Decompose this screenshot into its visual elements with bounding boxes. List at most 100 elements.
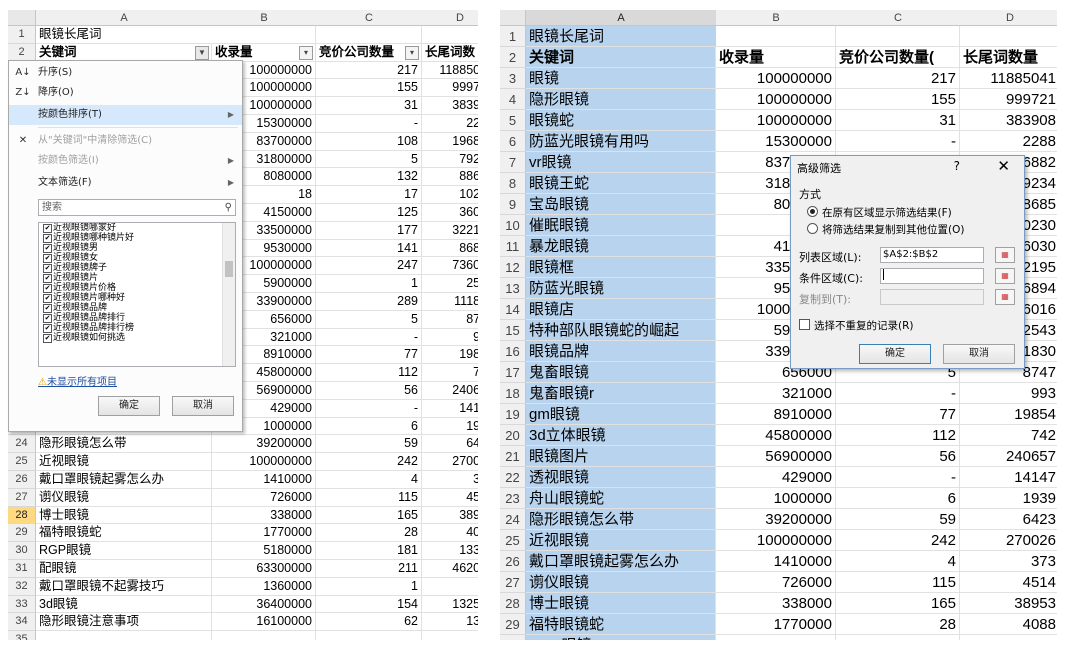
cell-d27[interactable]: 4514 (960, 572, 1057, 593)
cell-a27[interactable]: 谫仪眼镜 (36, 488, 212, 507)
range-select-icon[interactable]: ▦ (995, 268, 1015, 284)
cell-a22[interactable]: 透视眼镜 (526, 467, 716, 488)
row-header[interactable]: 32 (8, 577, 36, 596)
cell-c25[interactable]: 242 (836, 530, 960, 551)
cell-b2[interactable]: 收录量 (716, 47, 836, 68)
cell-c29[interactable]: 28 (836, 614, 960, 635)
cell-a35[interactable] (36, 631, 212, 640)
cell-a29[interactable]: 福特眼镜蛇 (526, 614, 716, 635)
row-header[interactable]: 10 (500, 215, 526, 236)
cell-c29[interactable]: 28 (316, 524, 422, 543)
row-header[interactable]: 17 (500, 362, 526, 383)
cell-a32[interactable]: 戴口罩眼镜不起雾技巧 (36, 577, 212, 596)
cell-c23[interactable]: 6 (316, 417, 422, 436)
cell-d15[interactable]: 2543 (422, 275, 478, 293)
checkbox-checked-icon[interactable]: ✔ (43, 254, 52, 263)
cell-c24[interactable]: 59 (836, 509, 960, 530)
row-header[interactable]: 23 (500, 488, 526, 509)
cell-c27[interactable]: 115 (836, 572, 960, 593)
checkbox-checked-icon[interactable]: ✔ (43, 334, 52, 343)
cell-c21[interactable]: 56 (836, 446, 960, 467)
cell-c6[interactable]: - (316, 115, 422, 133)
cell-b27[interactable]: 726000 (212, 488, 316, 507)
cell-c1[interactable] (836, 26, 960, 47)
row-header[interactable]: 22 (500, 467, 526, 488)
cell-c5[interactable]: 31 (836, 110, 960, 131)
cell-c3[interactable]: 217 (316, 61, 422, 80)
cell-c18[interactable]: - (316, 328, 422, 347)
cell-b35[interactable] (212, 631, 316, 640)
cell-c19[interactable]: 77 (316, 346, 422, 365)
cell-c28[interactable]: 165 (836, 593, 960, 614)
cell-b5[interactable]: 100000000 (716, 110, 836, 131)
cell-d4[interactable]: 999721 (422, 79, 478, 98)
cell-b28[interactable]: 338000 (212, 506, 316, 525)
cell-c30[interactable]: 181 (836, 635, 960, 640)
cell-d3[interactable]: 11885041 (960, 68, 1057, 89)
cell-d10[interactable]: 10230 (422, 186, 478, 204)
filter-list-item[interactable]: ✔ 近视眼镜哪种镜片好 (39, 233, 235, 243)
not-all-items-shown-link[interactable]: ⚠未显示所有项目 (38, 373, 117, 388)
sort-descending-item[interactable]: Z↓ 降序(O) (9, 83, 242, 103)
column-header-b[interactable]: B (212, 10, 316, 26)
sort-ascending-item[interactable]: A↓ 升序(S) (9, 63, 242, 83)
filter-list-item[interactable]: ✔ 近视眼镜品牌排行 (39, 313, 235, 323)
cell-a7[interactable]: vr眼镜 (526, 152, 716, 173)
row-header[interactable]: 12 (500, 257, 526, 278)
cell-c27[interactable]: 115 (316, 488, 422, 507)
cell-d32[interactable]: 64 (422, 578, 478, 596)
cell-d28[interactable]: 38953 (422, 507, 478, 525)
cell-c12[interactable]: 177 (316, 221, 422, 240)
cell-c21[interactable]: 56 (316, 382, 422, 400)
cell-d13[interactable]: 86894 (422, 240, 478, 258)
cell-c22[interactable]: - (316, 399, 422, 418)
row-header[interactable]: 24 (8, 435, 36, 454)
cell-c33[interactable]: 154 (316, 595, 422, 614)
cell-d35[interactable] (422, 631, 478, 640)
column-header-b[interactable]: B (716, 10, 836, 26)
cell-d3[interactable]: 11885041 (422, 62, 478, 80)
column-header-a[interactable]: A (36, 10, 212, 26)
checkbox-checked-icon[interactable]: ✔ (43, 274, 52, 283)
checkbox-checked-icon[interactable]: ✔ (43, 264, 52, 273)
cell-b6[interactable]: 15300000 (716, 131, 836, 152)
cell-a2[interactable]: 关键词 ▼ (36, 43, 212, 62)
cell-b24[interactable]: 39200000 (212, 435, 316, 454)
filter-by-color-item[interactable]: 按颜色筛选(I) ▶ (9, 151, 242, 171)
cell-b30[interactable]: 5180000 (212, 542, 316, 560)
cell-d8[interactable]: 79234 (422, 151, 478, 169)
filter-list-scrollbar[interactable] (222, 223, 235, 366)
cell-c4[interactable]: 155 (316, 79, 422, 98)
row-header[interactable]: 27 (500, 572, 526, 593)
cell-d29[interactable]: 4088 (960, 614, 1057, 635)
cell-b26[interactable]: 1410000 (212, 471, 316, 489)
cell-c4[interactable]: 155 (836, 89, 960, 110)
filter-list-item[interactable]: ✔ 近视眼镜片价格 (39, 283, 235, 293)
filter-list-item[interactable]: ✔ 近视眼镜牌子 (39, 263, 235, 273)
cell-b31[interactable]: 63300000 (212, 560, 316, 578)
row-header[interactable]: 11 (500, 236, 526, 257)
filter-list-item[interactable]: ✔ 近视眼镜哪家好 (39, 223, 235, 233)
row-header[interactable]: 18 (500, 383, 526, 404)
cell-b24[interactable]: 39200000 (716, 509, 836, 530)
cell-b26[interactable]: 1410000 (716, 551, 836, 572)
cell-a27[interactable]: 谫仪眼镜 (526, 572, 716, 593)
cell-d1[interactable] (422, 26, 478, 44)
list-range-field[interactable]: $A$2:$B$2 (880, 247, 984, 263)
cell-a18[interactable]: 鬼畜眼镜r (526, 383, 716, 404)
cell-a25[interactable]: 近视眼镜 (526, 530, 716, 551)
row-header[interactable]: 30 (500, 635, 526, 640)
row-header[interactable]: 1 (8, 26, 36, 44)
help-icon[interactable]: ? (954, 159, 960, 173)
row-header[interactable]: 30 (8, 542, 36, 560)
cell-d19[interactable]: 19854 (960, 404, 1057, 425)
filter-ok-button[interactable]: 确定 (98, 396, 160, 416)
row-header[interactable]: 35 (8, 631, 36, 640)
cell-a4[interactable]: 隐形眼镜 (526, 89, 716, 110)
cell-d5[interactable]: 383908 (960, 110, 1057, 131)
cell-a8[interactable]: 眼镜王蛇 (526, 173, 716, 194)
cell-d21[interactable]: 240657 (422, 382, 478, 400)
cell-c2[interactable]: 竞价公司数量 ▾ (316, 43, 422, 62)
cell-d12[interactable]: 322195 (422, 222, 478, 240)
cell-d23[interactable]: 1939 (960, 488, 1057, 509)
